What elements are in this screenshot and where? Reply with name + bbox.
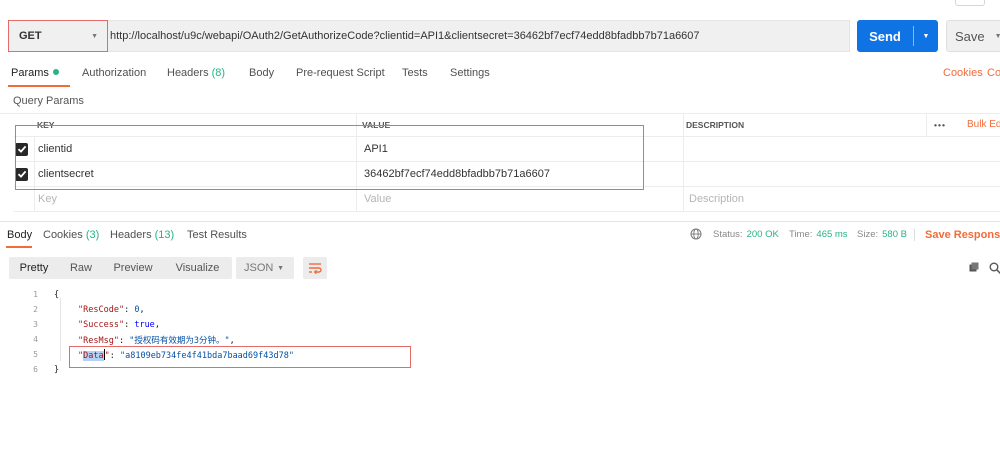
mode-preview[interactable]: Preview [103, 257, 163, 279]
response-tab-cookies[interactable]: Cookies (3) [43, 229, 99, 241]
mode-raw[interactable]: Raw [59, 257, 103, 279]
description-placeholder[interactable]: Description [689, 187, 744, 211]
code-line: 2 "ResCode": 0, [33, 304, 145, 315]
annotation-box [15, 125, 644, 190]
time-info: Time: 465 ms [789, 229, 848, 240]
search-icon[interactable] [989, 262, 1000, 274]
copy-icon[interactable] [969, 262, 979, 272]
save-button[interactable]: Save ▼ [946, 20, 1000, 52]
method-label: GET [19, 30, 42, 42]
key-placeholder[interactable]: Key [38, 187, 57, 211]
chevron-down-icon: ▼ [91, 32, 98, 40]
value-placeholder[interactable]: Value [364, 187, 391, 211]
status-info: Status: 200 OK [713, 229, 779, 240]
response-tab-headers[interactable]: Headers (13) [110, 229, 174, 241]
tab-params[interactable]: Params [11, 67, 59, 79]
annotation-box [69, 346, 411, 368]
response-tab-body[interactable]: Body [7, 229, 32, 241]
active-tab-underline [6, 246, 32, 248]
code-line: 1 { [33, 289, 60, 300]
send-button[interactable]: Send ▼ [857, 20, 938, 52]
bulk-edit-link[interactable]: Bulk Ed [967, 113, 1000, 136]
chevron-down-icon[interactable]: ▼ [914, 33, 938, 40]
size-info: Size: 580 B [857, 229, 907, 240]
chevron-down-icon: ▼ [994, 32, 1000, 40]
viewer-mode-tabs: Pretty Raw Preview Visualize [9, 257, 232, 279]
cookies-link[interactable]: Cookies [943, 67, 983, 79]
response-tab-test-results[interactable]: Test Results [187, 229, 247, 241]
save-response-button[interactable]: Save Response [925, 229, 1000, 241]
active-tab-underline [8, 85, 70, 87]
save-label: Save [955, 28, 985, 44]
tab-authorization[interactable]: Authorization [82, 67, 146, 79]
tab-settings[interactable]: Settings [450, 67, 490, 79]
wrap-lines-icon [309, 263, 322, 274]
chevron-down-icon: ▼ [277, 264, 284, 272]
code-line: 3 "Success": true, [33, 319, 160, 330]
url-input[interactable]: http://localhost/u9c/webapi/OAuth2/GetAu… [108, 20, 850, 52]
send-label: Send [869, 28, 901, 44]
wrap-lines-button[interactable] [303, 257, 327, 279]
code-line: 4 "ResMsg": "授权码有效期为3分钟。", [33, 335, 235, 346]
status-value: 200 OK [746, 229, 779, 240]
globe-icon[interactable] [690, 228, 702, 240]
query-params-title: Query Params [13, 95, 84, 107]
url-text: http://localhost/u9c/webapi/OAuth2/GetAu… [110, 30, 700, 42]
time-value: 465 ms [816, 229, 848, 240]
tab-headers[interactable]: Headers (8) [167, 67, 225, 79]
size-value: 580 B [882, 229, 907, 240]
method-select[interactable]: GET ▼ [8, 20, 108, 52]
request-tabs: Params Authorization Headers (8) Body Pr… [0, 60, 1000, 88]
window-control [955, 0, 985, 6]
description-header: DESCRIPTION [686, 119, 745, 130]
tab-body[interactable]: Body [249, 67, 274, 79]
code-link[interactable]: Co [987, 67, 1000, 79]
format-label: JSON [244, 262, 274, 274]
tab-pre-request-script[interactable]: Pre-request Script [296, 67, 385, 79]
format-select[interactable]: JSON ▼ [236, 257, 294, 279]
mode-visualize[interactable]: Visualize [163, 257, 232, 279]
active-indicator-icon [52, 69, 59, 75]
tab-tests[interactable]: Tests [402, 67, 428, 79]
mode-pretty[interactable]: Pretty [9, 257, 59, 279]
table-row-empty: Key Value Description [14, 187, 1000, 212]
more-options-icon[interactable]: ••• [934, 113, 946, 136]
